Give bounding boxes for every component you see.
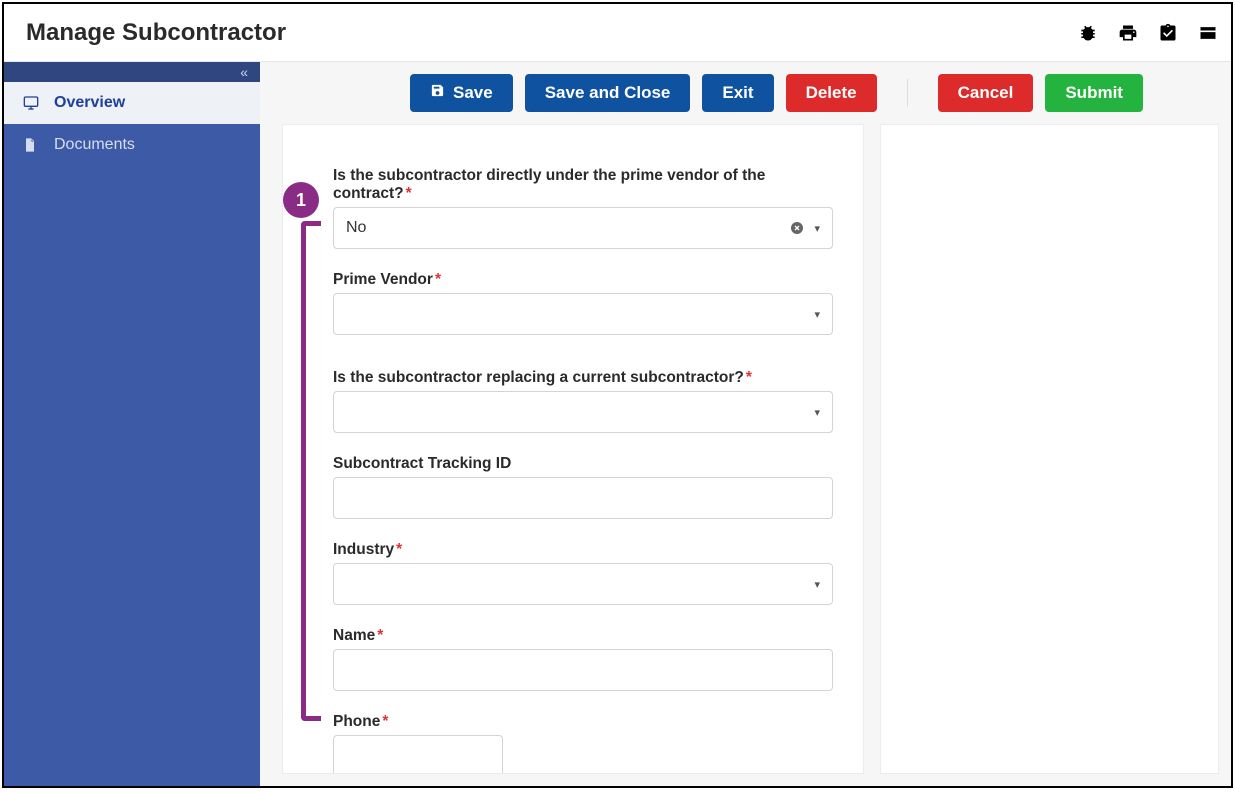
required-marker: * [382, 713, 388, 730]
annotation-badge-1: 1 [283, 182, 319, 218]
page-title: Manage Subcontractor [26, 19, 286, 47]
form-panel: 1 Is the subcontractor directly under th… [282, 124, 864, 774]
titlebar: Manage Subcontractor [4, 4, 1231, 62]
sidebar-item-overview[interactable]: Overview [4, 82, 260, 124]
field-tracking-id: Subcontract Tracking ID [333, 455, 833, 519]
field-label: Prime Vendor* [333, 271, 833, 289]
sidebar-item-label: Documents [54, 136, 135, 154]
chevron-double-left-icon: « [240, 64, 248, 80]
field-phone: Phone* [333, 713, 833, 774]
field-label: Is the subcontractor directly under the … [333, 167, 833, 203]
field-replacing: Is the subcontractor replacing a current… [333, 369, 833, 433]
required-marker: * [406, 185, 412, 202]
divider [907, 79, 908, 107]
monitor-icon [22, 95, 40, 111]
caret-down-icon: ▾ [814, 308, 820, 321]
select-industry[interactable]: ▾ [333, 563, 833, 605]
select-value: No [346, 219, 366, 237]
input-name[interactable] [333, 649, 833, 691]
save-button[interactable]: Save [410, 74, 513, 112]
title-icon-group [1077, 22, 1219, 44]
input-tracking-id[interactable] [333, 477, 833, 519]
required-marker: * [746, 369, 752, 386]
cancel-button[interactable]: Cancel [938, 74, 1034, 112]
field-label: Phone* [333, 713, 833, 731]
required-marker: * [435, 271, 441, 288]
sidebar: « Overview Documents [4, 62, 260, 786]
sidebar-collapse[interactable]: « [4, 62, 260, 82]
select-prime-vendor[interactable]: ▾ [333, 293, 833, 335]
bug-icon[interactable] [1077, 22, 1099, 44]
select-replacing[interactable]: ▾ [333, 391, 833, 433]
caret-down-icon: ▾ [814, 222, 820, 235]
sidebar-item-documents[interactable]: Documents [4, 124, 260, 166]
required-marker: * [396, 541, 402, 558]
exit-button[interactable]: Exit [702, 74, 773, 112]
required-marker: * [377, 627, 383, 644]
select-direct-under-prime[interactable]: No ▾ [333, 207, 833, 249]
save-disk-icon [430, 83, 445, 103]
print-icon[interactable] [1117, 22, 1139, 44]
clear-icon[interactable] [788, 219, 806, 237]
field-label: Subcontract Tracking ID [333, 455, 833, 473]
clipboard-check-icon[interactable] [1157, 22, 1179, 44]
delete-button[interactable]: Delete [786, 74, 877, 112]
field-label: Name* [333, 627, 833, 645]
save-and-close-button[interactable]: Save and Close [525, 74, 691, 112]
caret-down-icon: ▾ [814, 578, 820, 591]
field-prime-vendor: Prime Vendor* ▾ [333, 271, 833, 335]
field-industry: Industry* ▾ [333, 541, 833, 605]
sidebar-item-label: Overview [54, 94, 125, 112]
action-bar: Save Save and Close Exit Delete Cancel S… [260, 62, 1231, 124]
field-name: Name* [333, 627, 833, 691]
document-icon [22, 137, 40, 153]
field-label: Is the subcontractor replacing a current… [333, 369, 833, 387]
side-panel [880, 124, 1219, 774]
window-icon[interactable] [1197, 22, 1219, 44]
input-phone[interactable] [333, 735, 503, 774]
field-label: Industry* [333, 541, 833, 559]
submit-button[interactable]: Submit [1045, 74, 1143, 112]
caret-down-icon: ▾ [814, 406, 820, 419]
annotation-bracket [301, 221, 321, 721]
field-direct-under-prime: Is the subcontractor directly under the … [333, 167, 833, 249]
